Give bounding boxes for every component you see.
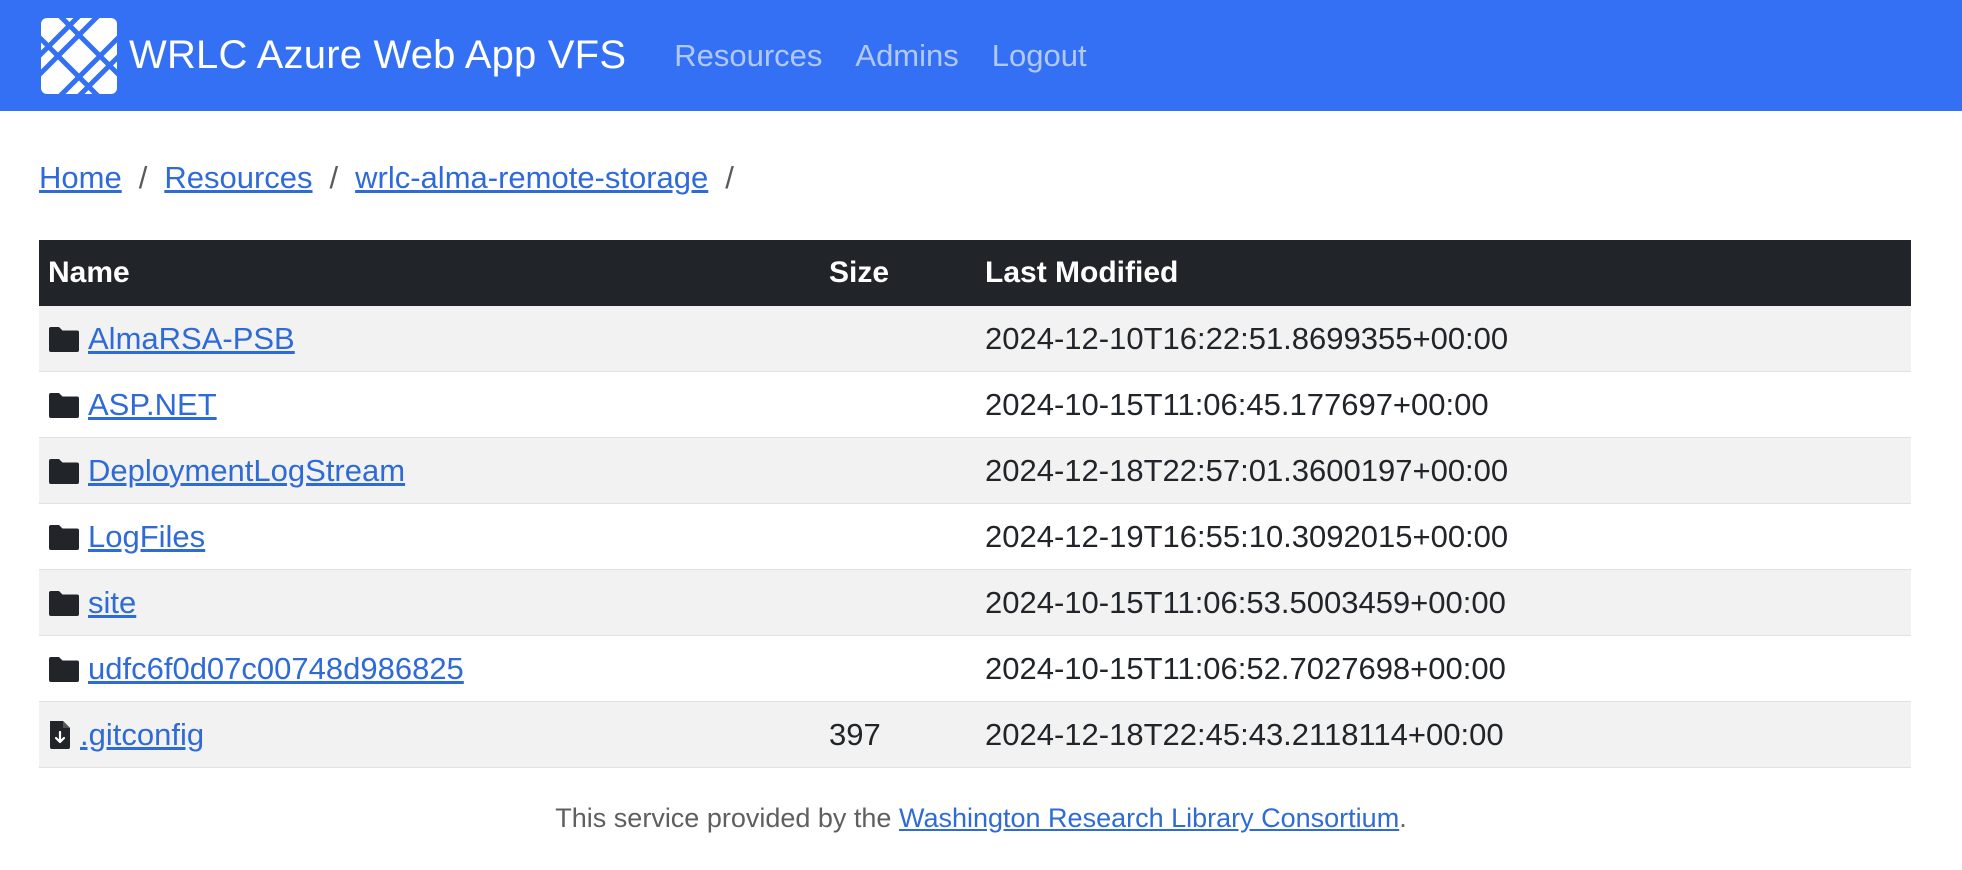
breadcrumb: Home / Resources / wrlc-alma-remote-stor…: [39, 160, 751, 196]
column-header-size: Size: [820, 240, 976, 306]
table-row: .gitconfig 397 2024-12-18T22:45:43.2118114…: [39, 701, 1911, 768]
brand-link[interactable]: WRLC Azure Web App VFS: [41, 17, 627, 94]
wrlc-logo-icon: [41, 17, 117, 94]
cell-last-modified: 2024-10-15T11:06:52.7027698+00:00: [976, 635, 1911, 702]
table-row: AlmaRSA-PSB 2024-12-10T16:22:51.8699355+0…: [39, 306, 1911, 372]
cell-name: ASP.NET: [39, 371, 820, 438]
cell-name: AlmaRSA-PSB: [39, 306, 820, 372]
table-row: site 2024-10-15T11:06:53.5003459+00:00: [39, 569, 1911, 636]
nav-link-logout[interactable]: Logout: [992, 38, 1087, 74]
item-link[interactable]: udfc6f0d07c00748d986825: [88, 651, 464, 687]
folder-icon: [48, 457, 80, 485]
item-link[interactable]: LogFiles: [88, 519, 205, 555]
file-download-icon: [48, 720, 72, 750]
brand-title: WRLC Azure Web App VFS: [129, 33, 627, 77]
footer-consortium-link[interactable]: Washington Research Library Consortium: [899, 803, 1399, 833]
breadcrumb-home[interactable]: Home: [39, 160, 122, 196]
folder-icon: [48, 391, 80, 419]
cell-name: udfc6f0d07c00748d986825: [39, 635, 820, 702]
breadcrumb-separator: /: [725, 160, 734, 195]
cell-name: .gitconfig: [39, 701, 820, 768]
folder-icon: [48, 325, 80, 353]
cell-name: LogFiles: [39, 503, 820, 570]
cell-last-modified: 2024-10-15T11:06:53.5003459+00:00: [976, 569, 1911, 636]
breadcrumb-container[interactable]: wrlc-alma-remote-storage: [355, 160, 708, 196]
nav-link-admins[interactable]: Admins: [855, 38, 958, 74]
cell-size: [820, 306, 976, 372]
cell-size: [820, 503, 976, 570]
cell-last-modified: 2024-12-10T16:22:51.8699355+00:00: [976, 306, 1911, 372]
table-header-row: Name Size Last Modified: [39, 240, 1911, 306]
breadcrumb-separator: /: [329, 160, 339, 195]
table-row: udfc6f0d07c00748d986825 2024-10-15T11:06:…: [39, 635, 1911, 702]
item-link[interactable]: site: [88, 585, 136, 621]
breadcrumb-resources[interactable]: Resources: [164, 160, 312, 196]
table-row: LogFiles 2024-12-19T16:55:10.3092015+00:0…: [39, 503, 1911, 570]
item-link[interactable]: .gitconfig: [80, 717, 204, 753]
cell-last-modified: 2024-12-19T16:55:10.3092015+00:00: [976, 503, 1911, 570]
cell-size: [820, 437, 976, 504]
column-header-last-modified: Last Modified: [976, 240, 1911, 306]
navbar: WRLC Azure Web App VFS Resources Admins …: [0, 0, 1962, 111]
cell-size: 397: [820, 701, 976, 768]
cell-last-modified: 2024-10-15T11:06:45.177697+00:00: [976, 371, 1911, 438]
folder-icon: [48, 523, 80, 551]
nav-links: Resources Admins Logout: [674, 38, 1119, 74]
cell-size: [820, 371, 976, 438]
item-link[interactable]: DeploymentLogStream: [88, 453, 405, 489]
file-table: Name Size Last Modified AlmaRSA-PSB 2024-…: [39, 240, 1911, 768]
cell-name: site: [39, 569, 820, 636]
cell-last-modified: 2024-12-18T22:45:43.2118114+00:00: [976, 701, 1911, 768]
item-link[interactable]: ASP.NET: [88, 387, 217, 423]
nav-link-resources[interactable]: Resources: [674, 38, 822, 74]
breadcrumb-separator: /: [138, 160, 148, 195]
cell-last-modified: 2024-12-18T22:57:01.3600197+00:00: [976, 437, 1911, 504]
cell-size: [820, 569, 976, 636]
folder-icon: [48, 589, 80, 617]
item-link[interactable]: AlmaRSA-PSB: [88, 321, 295, 357]
table-row: ASP.NET 2024-10-15T11:06:45.177697+00:00: [39, 371, 1911, 438]
cell-name: DeploymentLogStream: [39, 437, 820, 504]
footer-prefix: This service provided by the: [555, 803, 899, 833]
column-header-name: Name: [39, 240, 820, 306]
footer-suffix: .: [1399, 803, 1407, 833]
cell-size: [820, 635, 976, 702]
folder-icon: [48, 655, 80, 683]
footer: This service provided by the Washington …: [0, 803, 1962, 834]
table-row: DeploymentLogStream 2024-12-18T22:57:01.3…: [39, 437, 1911, 504]
